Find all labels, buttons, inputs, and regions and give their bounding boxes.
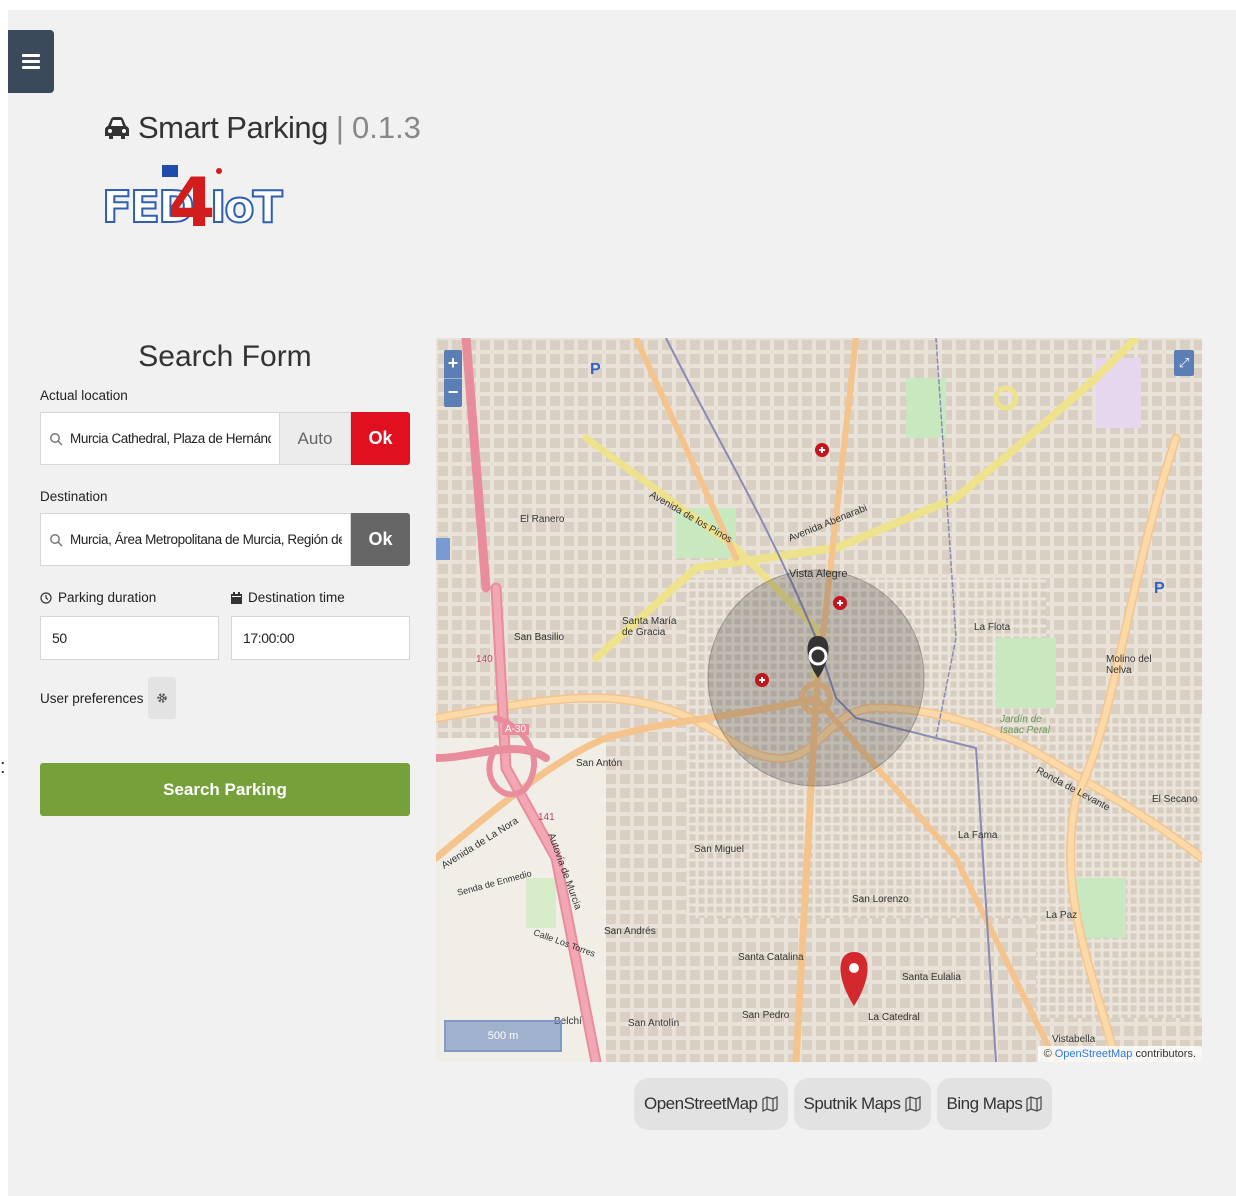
- menu-button[interactable]: [8, 30, 54, 93]
- user-preferences-button[interactable]: [147, 677, 176, 719]
- scale-bar: 500 m: [444, 1020, 562, 1052]
- map-attribution: © OpenStreetMap contributors.: [1037, 1046, 1202, 1062]
- fed4iot-logo: FED 4 IoT: [101, 164, 284, 243]
- search-icon: [50, 533, 63, 547]
- fullscreen-button[interactable]: ⤢: [1174, 350, 1194, 376]
- gear-icon: [156, 693, 167, 703]
- menu-icon: [22, 51, 40, 72]
- zoom-control: + −: [444, 350, 462, 407]
- map-icon: [1026, 1096, 1042, 1112]
- user-preferences-label: User preferences: [40, 690, 144, 706]
- clock-icon: [40, 592, 52, 604]
- layer-openstreetmap-button[interactable]: OpenStreetMap: [634, 1078, 788, 1130]
- map-icon: [904, 1096, 921, 1112]
- title-separator: |: [335, 110, 344, 145]
- zoom-out-button[interactable]: −: [444, 378, 462, 407]
- openstreetmap-link[interactable]: OpenStreetMap: [1055, 1048, 1133, 1060]
- svg-text:P: P: [1154, 580, 1165, 597]
- map-view[interactable]: P P Vista Alegre Santa María de Gracia S…: [436, 338, 1202, 1062]
- fullscreen-icon: ⤢: [1178, 355, 1190, 370]
- parking-duration-label: Parking duration: [58, 590, 157, 605]
- layer-sputnik-button[interactable]: Sputnik Maps: [793, 1078, 931, 1130]
- destination-ok-button[interactable]: Ok: [351, 513, 410, 566]
- actual-location-ok-button[interactable]: Ok: [351, 412, 410, 465]
- search-icon: [50, 432, 63, 446]
- layer-switcher: OpenStreetMap Sputnik Maps Bing Maps: [634, 1078, 1053, 1130]
- destination-time-label: Destination time: [248, 590, 345, 605]
- destination-label: Destination: [40, 489, 108, 504]
- destination-input[interactable]: Murcia, Área Metropolitana de Murcia, Re…: [40, 513, 351, 566]
- edge-artifact: :: [0, 756, 6, 778]
- actual-location-input[interactable]: Murcia Cathedral, Plaza de Hernández Amo…: [40, 412, 280, 465]
- search-form: Search Form Actual location Murcia Cathe…: [40, 340, 410, 816]
- destination-time-input[interactable]: 17:00:00: [231, 616, 410, 660]
- app-header: Smart Parking | 0.1.3: [104, 110, 421, 146]
- layer-bing-button[interactable]: Bing Maps: [936, 1078, 1053, 1130]
- search-parking-button[interactable]: Search Parking: [40, 763, 410, 816]
- zoom-in-button[interactable]: +: [444, 350, 462, 378]
- form-title: Search Form: [138, 340, 312, 373]
- map-icon: [761, 1096, 778, 1112]
- map-tiles: P P: [436, 338, 1202, 1062]
- actual-location-label: Actual location: [40, 388, 128, 403]
- auto-location-button[interactable]: Auto: [280, 412, 351, 465]
- app-name: Smart Parking: [138, 110, 328, 145]
- car-icon: [105, 117, 129, 139]
- svg-text:P: P: [590, 361, 601, 378]
- app-version: 0.1.3: [351, 110, 421, 145]
- parking-duration-input[interactable]: 50: [40, 616, 219, 660]
- calendar-icon: [231, 592, 242, 604]
